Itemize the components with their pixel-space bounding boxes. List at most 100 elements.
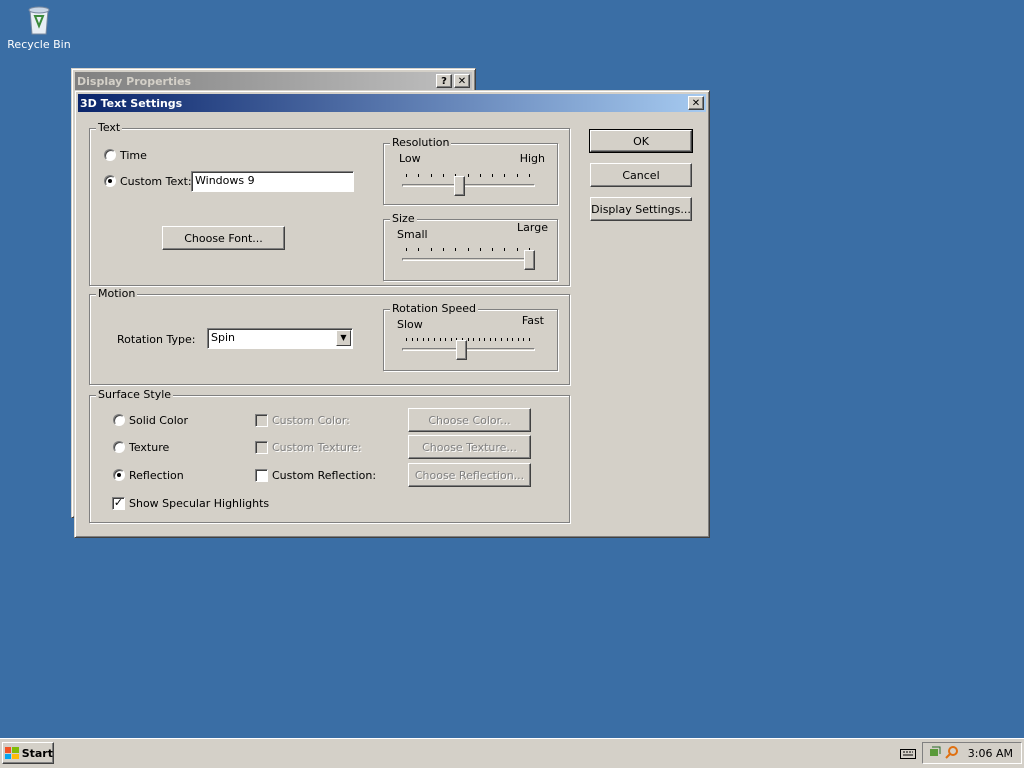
display-settings-button[interactable]: Display Settings... (590, 197, 692, 221)
slider-tick (440, 338, 441, 341)
slider-tick (518, 338, 519, 341)
resolution-slider-thumb[interactable] (454, 176, 465, 196)
custom-text-input[interactable]: Windows 9 (191, 171, 354, 192)
show-specular-label: Show Specular Highlights (129, 497, 270, 510)
start-button[interactable]: Start (2, 742, 54, 764)
slider-tick (480, 174, 481, 177)
time-label: Time (120, 149, 147, 162)
slider-tick (445, 338, 446, 341)
choose-reflection-button[interactable]: Choose Reflection... (408, 463, 531, 487)
rotation-speed-slider[interactable] (402, 330, 535, 360)
slider-tick (431, 174, 432, 177)
size-legend: Size (390, 212, 417, 225)
display-properties-titlebar[interactable]: Display Properties ? ✕ (75, 72, 472, 90)
slider-tick (468, 338, 469, 341)
size-slider[interactable] (402, 240, 535, 270)
solid-color-radio[interactable] (113, 414, 125, 426)
keyboard-icon[interactable] (900, 747, 916, 762)
dialog-title: 3D Text Settings (80, 96, 183, 110)
rotation-fast-label: Fast (521, 314, 544, 327)
windows-logo-icon (5, 747, 19, 759)
slider-tick (406, 248, 407, 251)
custom-texture-label: Custom Texture: (272, 441, 362, 454)
choose-color-button[interactable]: Choose Color... (408, 408, 531, 432)
custom-reflection-checkbox[interactable] (255, 469, 268, 482)
slider-tick (455, 248, 456, 251)
slider-tick (492, 174, 493, 177)
slider-tick (479, 338, 480, 341)
slider-tick (529, 338, 530, 341)
slider-tick (504, 248, 505, 251)
custom-reflection-label: Custom Reflection: (272, 469, 377, 482)
slider-tick (473, 338, 474, 341)
search-icon[interactable] (945, 746, 959, 763)
resolution-high-label: High (519, 152, 545, 165)
motion-group: Motion Rotation Type: Spin ▼ Rotation Sp… (89, 287, 570, 385)
rotation-speed-legend: Rotation Speed (390, 302, 478, 315)
slider-tick (517, 174, 518, 177)
recycle-bin-shortcut[interactable]: Recycle Bin (4, 2, 74, 51)
motion-legend: Motion (96, 287, 138, 300)
choose-texture-button[interactable]: Choose Texture... (408, 435, 531, 459)
custom-texture-checkbox[interactable] (255, 441, 268, 454)
slider-tick (501, 338, 502, 341)
slider-tick (423, 338, 424, 341)
3d-text-settings-dialog: 3D Text Settings ✕ Text Time Custom Text… (74, 90, 710, 538)
ok-button[interactable]: OK (589, 129, 693, 153)
custom-color-checkbox[interactable] (255, 414, 268, 427)
help-button[interactable]: ? (436, 74, 452, 88)
slider-tick (451, 338, 452, 341)
dropdown-arrow-icon[interactable]: ▼ (336, 330, 351, 346)
choose-font-button[interactable]: Choose Font... (162, 226, 285, 250)
slider-tick (504, 174, 505, 177)
slider-tick (480, 248, 481, 251)
surface-style-legend: Surface Style (96, 388, 174, 401)
surface-style-group: Surface Style Solid Color Texture Reflec… (89, 388, 570, 523)
dialog-titlebar[interactable]: 3D Text Settings ✕ (78, 94, 706, 112)
slider-tick (406, 174, 407, 177)
slider-tick (517, 248, 518, 251)
size-large-label: Large (517, 221, 548, 234)
slider-tick (512, 338, 513, 341)
network-icon[interactable] (929, 746, 943, 763)
display-properties-title: Display Properties (77, 74, 192, 88)
dialog-close-button[interactable]: ✕ (688, 96, 704, 110)
slider-tick (443, 248, 444, 251)
slider-tick (492, 248, 493, 251)
slider-tick (406, 338, 407, 341)
slider-tick (443, 174, 444, 177)
resolution-slider[interactable] (402, 166, 535, 196)
solid-color-label: Solid Color (129, 414, 189, 427)
slider-tick (490, 338, 491, 341)
slider-tick (412, 338, 413, 341)
reflection-radio[interactable] (113, 469, 125, 481)
texture-label: Texture (129, 441, 170, 454)
rotation-type-label: Rotation Type: (117, 333, 196, 346)
start-label: Start (21, 746, 53, 760)
recycle-bin-icon (24, 2, 54, 36)
slider-tick (428, 338, 429, 341)
slider-tick (431, 248, 432, 251)
size-group: Size Small Large (383, 212, 558, 281)
slider-tick (484, 338, 485, 341)
reflection-label: Reflection (129, 469, 184, 482)
system-tray: 3:06 AM (922, 742, 1022, 764)
resolution-legend: Resolution (390, 136, 452, 149)
clock[interactable]: 3:06 AM (968, 747, 1013, 760)
slider-tick (495, 338, 496, 341)
recycle-bin-label: Recycle Bin (7, 38, 71, 51)
cancel-button[interactable]: Cancel (590, 163, 692, 187)
slider-tick (468, 174, 469, 177)
texture-radio[interactable] (113, 441, 125, 453)
text-group-legend: Text (96, 121, 123, 134)
rotation-type-select[interactable]: Spin ▼ (207, 328, 353, 349)
show-specular-checkbox[interactable]: ✓ (112, 497, 125, 510)
time-radio[interactable] (104, 149, 116, 161)
rotation-speed-slider-thumb[interactable] (456, 340, 467, 360)
size-slider-thumb[interactable] (524, 250, 535, 270)
resolution-low-label: Low (399, 152, 421, 165)
taskbar: Start 3:06 AM (0, 738, 1024, 768)
slider-tick (529, 174, 530, 177)
close-button[interactable]: ✕ (454, 74, 470, 88)
custom-text-radio[interactable] (104, 175, 116, 187)
